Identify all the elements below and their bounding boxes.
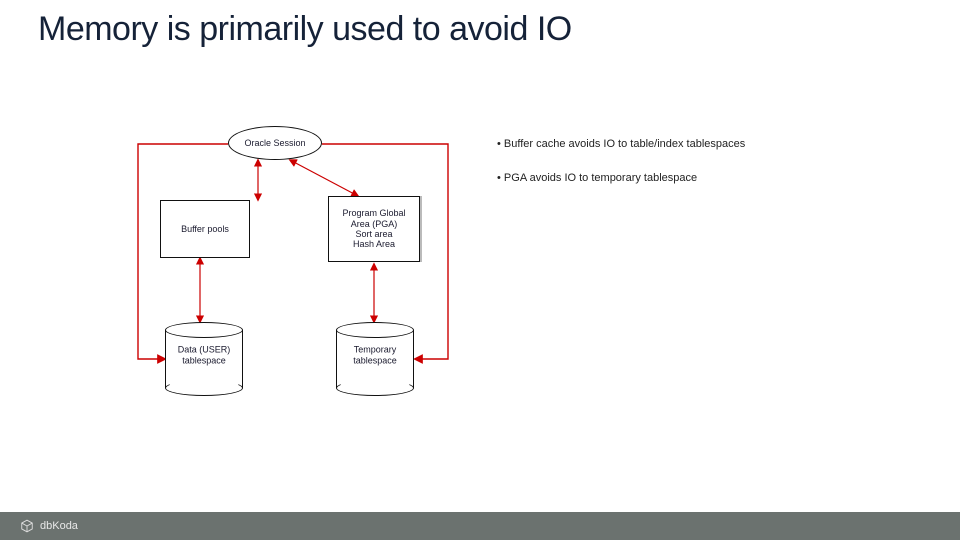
bullet-1: Buffer cache avoids IO to table/index ta… <box>497 138 745 150</box>
node-data-tablespace: Data (USER) tablespace <box>165 322 243 396</box>
node-oracle-session-label: Oracle Session <box>244 138 305 148</box>
footer-bar: dbKoda <box>0 512 960 540</box>
bullet-2: PGA avoids IO to temporary tablespace <box>497 172 745 184</box>
node-pga-line2: Area (PGA) <box>351 219 398 229</box>
cube-icon <box>20 519 34 533</box>
node-temp-ts-line1: Temporary <box>336 345 414 355</box>
architecture-diagram: Oracle Session Buffer pools Program Glob… <box>130 124 460 424</box>
node-pga-line3: Sort area <box>355 229 392 239</box>
brand-logo: dbKoda <box>20 519 78 533</box>
node-temp-tablespace: Temporary tablespace <box>336 322 414 396</box>
node-pga-line1: Program Global <box>342 208 405 218</box>
node-pga: Program Global Area (PGA) Sort area Hash… <box>328 196 420 262</box>
slide-title: Memory is primarily used to avoid IO <box>38 10 572 49</box>
node-data-ts-line1: Data (USER) <box>165 345 243 355</box>
node-buffer-pools: Buffer pools <box>160 200 250 258</box>
node-temp-ts-line2: tablespace <box>336 355 414 365</box>
brand-text: dbKoda <box>40 520 78 532</box>
node-buffer-pools-label: Buffer pools <box>181 224 229 234</box>
node-data-ts-line2: tablespace <box>165 355 243 365</box>
node-pga-line4: Hash Area <box>353 239 395 249</box>
node-oracle-session: Oracle Session <box>228 126 322 160</box>
bullet-list: Buffer cache avoids IO to table/index ta… <box>497 138 745 206</box>
